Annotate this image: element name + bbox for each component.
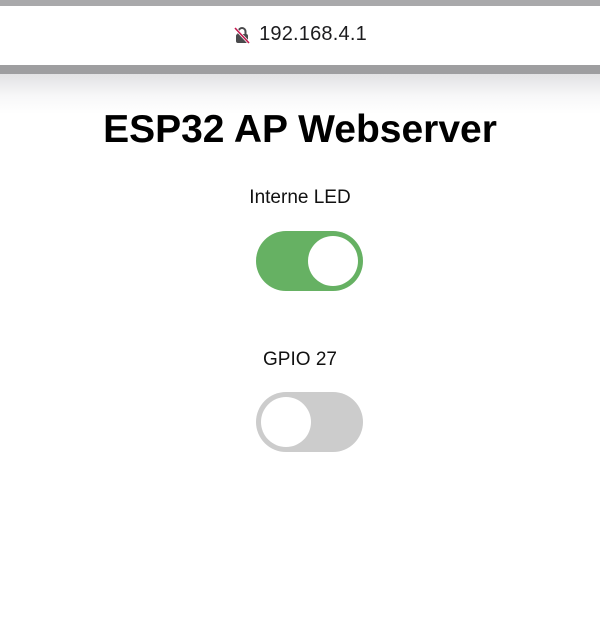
toggle-knob — [261, 397, 311, 447]
address-bar-content[interactable]: 192.168.4.1 — [233, 23, 367, 46]
page-content: ESP32 AP Webserver Interne LED GPIO 27 — [0, 74, 600, 452]
browser-address-bar[interactable]: 192.168.4.1 — [0, 6, 600, 65]
page-title: ESP32 AP Webserver — [103, 108, 497, 151]
toolbar-divider — [0, 65, 600, 74]
not-secure-lock-icon — [233, 26, 251, 44]
led-label: Interne LED — [249, 187, 351, 208]
url-text[interactable]: 192.168.4.1 — [259, 23, 367, 46]
gpio27-toggle-switch[interactable] — [256, 392, 363, 452]
led-toggle-switch[interactable] — [256, 231, 363, 291]
gpio27-label: GPIO 27 — [263, 349, 337, 370]
toggle-knob — [308, 236, 358, 286]
